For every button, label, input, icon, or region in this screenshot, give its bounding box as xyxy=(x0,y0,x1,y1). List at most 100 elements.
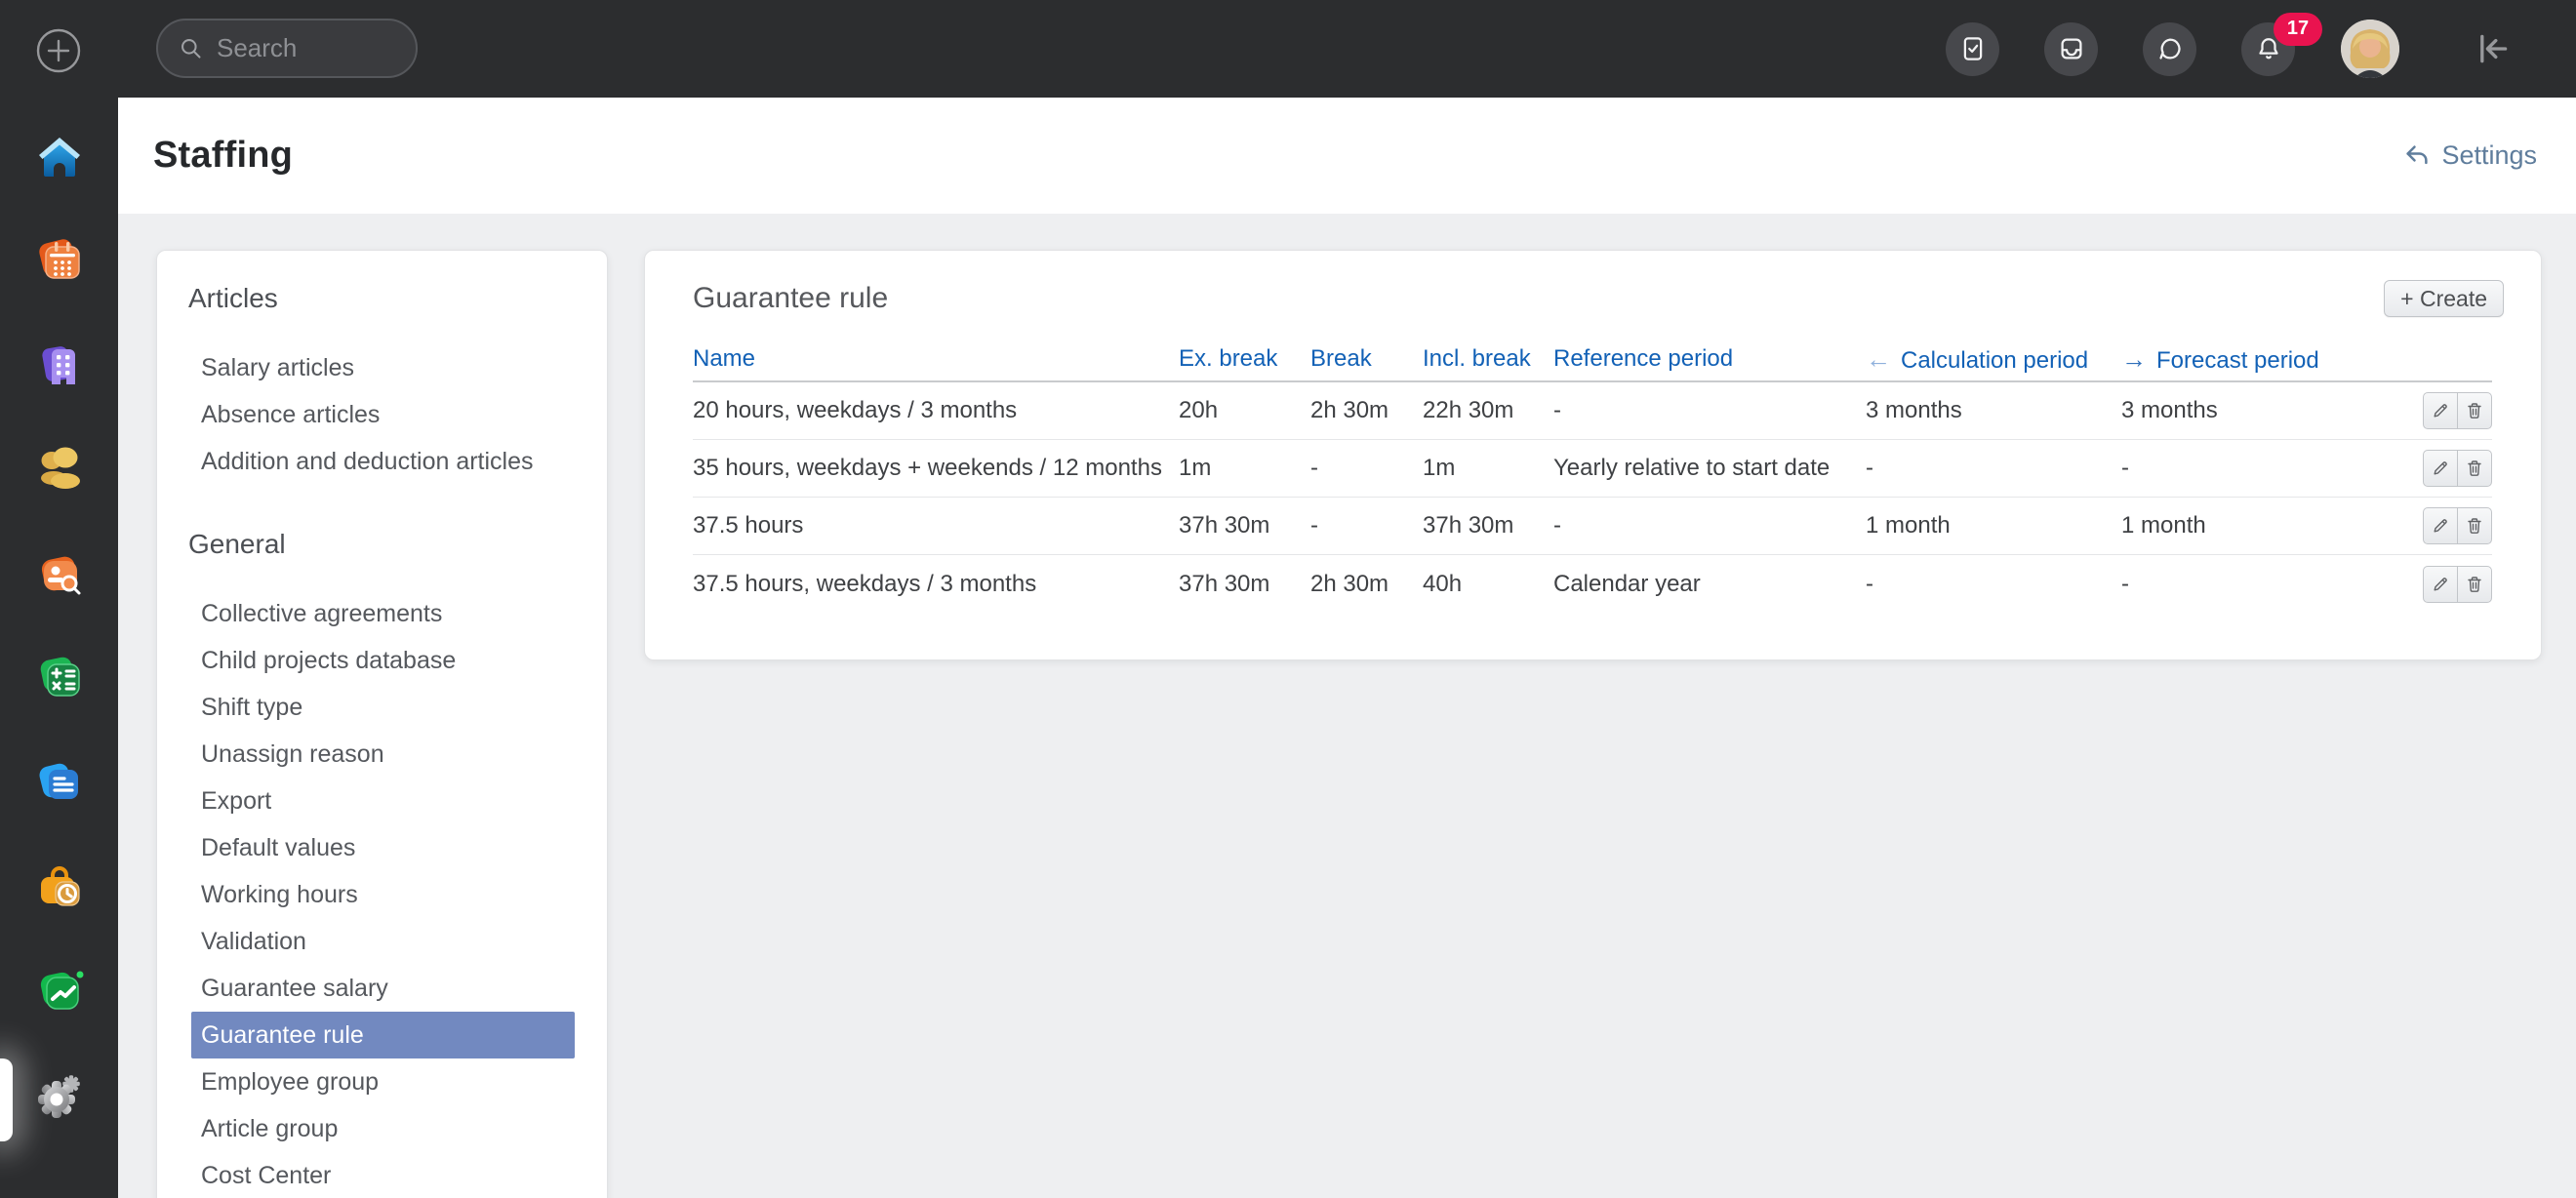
tasks-check-icon xyxy=(1958,34,1988,63)
edit-button[interactable] xyxy=(2423,566,2458,603)
cell-ex-break: 20h xyxy=(1179,397,1310,424)
documents-icon[interactable] xyxy=(32,755,87,810)
people-search-icon[interactable] xyxy=(32,546,87,601)
cell-ex-break: 37h 30m xyxy=(1179,571,1310,598)
create-button[interactable]: + Create xyxy=(2384,280,2504,317)
column-header-incl-break[interactable]: Incl. break xyxy=(1423,345,1553,373)
company-building-icon[interactable] xyxy=(32,338,87,392)
search-box[interactable] xyxy=(156,19,418,78)
nav-item-employee-group[interactable]: Employee group xyxy=(191,1058,575,1105)
topbar: 17 xyxy=(0,0,2576,98)
nav-item-salary-articles[interactable]: Salary articles xyxy=(191,344,575,391)
active-app-indicator xyxy=(0,1058,13,1141)
page-body: ArticlesSalary articlesAbsence articlesA… xyxy=(118,214,2576,1198)
notifications-button[interactable]: 17 xyxy=(2241,22,2295,76)
edit-button[interactable] xyxy=(2423,392,2458,429)
avatar-image xyxy=(2341,20,2399,78)
column-header-forecast-period[interactable]: → Forecast period xyxy=(2121,344,2387,375)
column-header-calculation-period[interactable]: ←Calculation period xyxy=(1866,344,2121,375)
notification-badge: 17 xyxy=(2274,13,2322,46)
sidebar xyxy=(0,0,118,1198)
trash-icon xyxy=(2465,575,2484,594)
card-title: Guarantee rule xyxy=(693,282,888,315)
settings-nav: ArticlesSalary articlesAbsence articlesA… xyxy=(156,250,608,1198)
settings-link-label: Settings xyxy=(2441,140,2537,171)
nav-item-shift-type[interactable]: Shift type xyxy=(191,684,575,731)
cell-name: 37.5 hours, weekdays / 3 months xyxy=(693,571,1179,598)
search-input[interactable] xyxy=(217,33,398,63)
delete-button[interactable] xyxy=(2457,507,2492,544)
nav-item-export[interactable]: Export xyxy=(191,778,575,824)
collapse-left-icon xyxy=(2473,28,2514,69)
right-arrow-icon: → xyxy=(2121,344,2147,374)
column-header-name[interactable]: Name xyxy=(693,345,1179,373)
time-bag-clock-icon[interactable] xyxy=(32,859,87,914)
page-title: Staffing xyxy=(153,135,293,177)
edit-button[interactable] xyxy=(2423,450,2458,487)
nav-item-guarantee-rule[interactable]: Guarantee rule xyxy=(191,1012,575,1058)
column-header-label: Forecast period xyxy=(2156,347,2319,374)
settings-link[interactable]: Settings xyxy=(2402,98,2537,214)
table-header-row: Name Ex. breakBreakIncl. breakReference p… xyxy=(693,338,2492,382)
cell-forecast-period: - xyxy=(2121,571,2387,598)
pencil-icon xyxy=(2431,459,2450,478)
collapse-sidebar-button[interactable] xyxy=(2473,28,2514,69)
cell-calculation-period: - xyxy=(1866,455,2121,482)
accounting-calculator-icon[interactable] xyxy=(32,651,87,705)
cell-name: 20 hours, weekdays / 3 months xyxy=(693,397,1179,424)
cell-reference-period: - xyxy=(1553,397,1866,424)
cell-incl-break: 40h xyxy=(1423,571,1553,598)
add-button[interactable] xyxy=(35,27,82,74)
scheduling-calendar-icon[interactable] xyxy=(32,233,87,288)
table-row: 37.5 hours, weekdays / 3 months37h 30m2h… xyxy=(693,555,2492,613)
column-header-reference-period[interactable]: Reference period xyxy=(1553,345,1866,373)
edit-button[interactable] xyxy=(2423,507,2458,544)
cell-reference-period: Yearly relative to start date xyxy=(1553,455,1866,482)
plus-icon xyxy=(35,27,82,74)
delete-button[interactable] xyxy=(2457,450,2492,487)
nav-item-working-hours[interactable]: Working hours xyxy=(191,871,575,918)
column-header-break[interactable]: Break xyxy=(1310,345,1423,373)
nav-item-addition-and-deduction-articles[interactable]: Addition and deduction articles xyxy=(191,438,575,485)
trash-icon xyxy=(2465,516,2484,536)
tasks-button[interactable] xyxy=(1946,22,1999,76)
nav-item-validation[interactable]: Validation xyxy=(191,918,575,965)
avatar[interactable] xyxy=(2341,20,2399,78)
cell-incl-break: 37h 30m xyxy=(1423,512,1553,539)
nav-item-unassign-reason[interactable]: Unassign reason xyxy=(191,731,575,778)
guarantee-rule-card: Guarantee rule + Create Name Ex. breakBre… xyxy=(644,250,2542,660)
cell-name: 37.5 hours xyxy=(693,512,1179,539)
column-header-label: Name xyxy=(693,345,755,372)
delete-button[interactable] xyxy=(2457,566,2492,603)
cell-incl-break: 22h 30m xyxy=(1423,397,1553,424)
chat-button[interactable] xyxy=(2143,22,2196,76)
nav-item-cost-center[interactable]: Cost Center xyxy=(191,1152,575,1198)
column-header-ex-break[interactable]: Ex. break xyxy=(1179,345,1310,373)
inbox-button[interactable] xyxy=(2044,22,2098,76)
nav-item-collective-agreements[interactable]: Collective agreements xyxy=(191,590,575,637)
payroll-coins-icon[interactable] xyxy=(32,442,87,497)
nav-item-article-group[interactable]: Article group xyxy=(191,1105,575,1152)
nav-item-default-values[interactable]: Default values xyxy=(191,824,575,871)
cell-calculation-period: 1 month xyxy=(1866,512,2121,539)
page-header: Staffing Settings xyxy=(118,98,2576,214)
cell-incl-break: 1m xyxy=(1423,455,1553,482)
nav-item-child-projects-database[interactable]: Child projects database xyxy=(191,637,575,684)
row-actions xyxy=(2387,507,2492,544)
cell-break: - xyxy=(1310,512,1423,539)
guarantee-rule-table: Name Ex. breakBreakIncl. breakReference p… xyxy=(693,338,2492,613)
delete-button[interactable] xyxy=(2457,392,2492,429)
table-body: 20 hours, weekdays / 3 months20h2h 30m22… xyxy=(693,382,2492,613)
back-arrow-icon xyxy=(2402,141,2432,171)
nav-item-absence-articles[interactable]: Absence articles xyxy=(191,391,575,438)
nav-section-heading-articles: Articles xyxy=(188,278,607,319)
reports-chart-icon[interactable] xyxy=(32,964,87,1018)
nav-item-guarantee-salary[interactable]: Guarantee salary xyxy=(191,965,575,1012)
cell-forecast-period: 1 month xyxy=(2121,512,2387,539)
column-header-label: Calculation period xyxy=(1901,347,2088,374)
inbox-tray-icon xyxy=(2057,34,2086,63)
home-icon[interactable] xyxy=(32,129,87,183)
settings-gear-icon[interactable] xyxy=(32,1068,87,1123)
topbar-actions: 17 xyxy=(1901,0,2514,98)
table-row: 35 hours, weekdays + weekends / 12 month… xyxy=(693,440,2492,498)
